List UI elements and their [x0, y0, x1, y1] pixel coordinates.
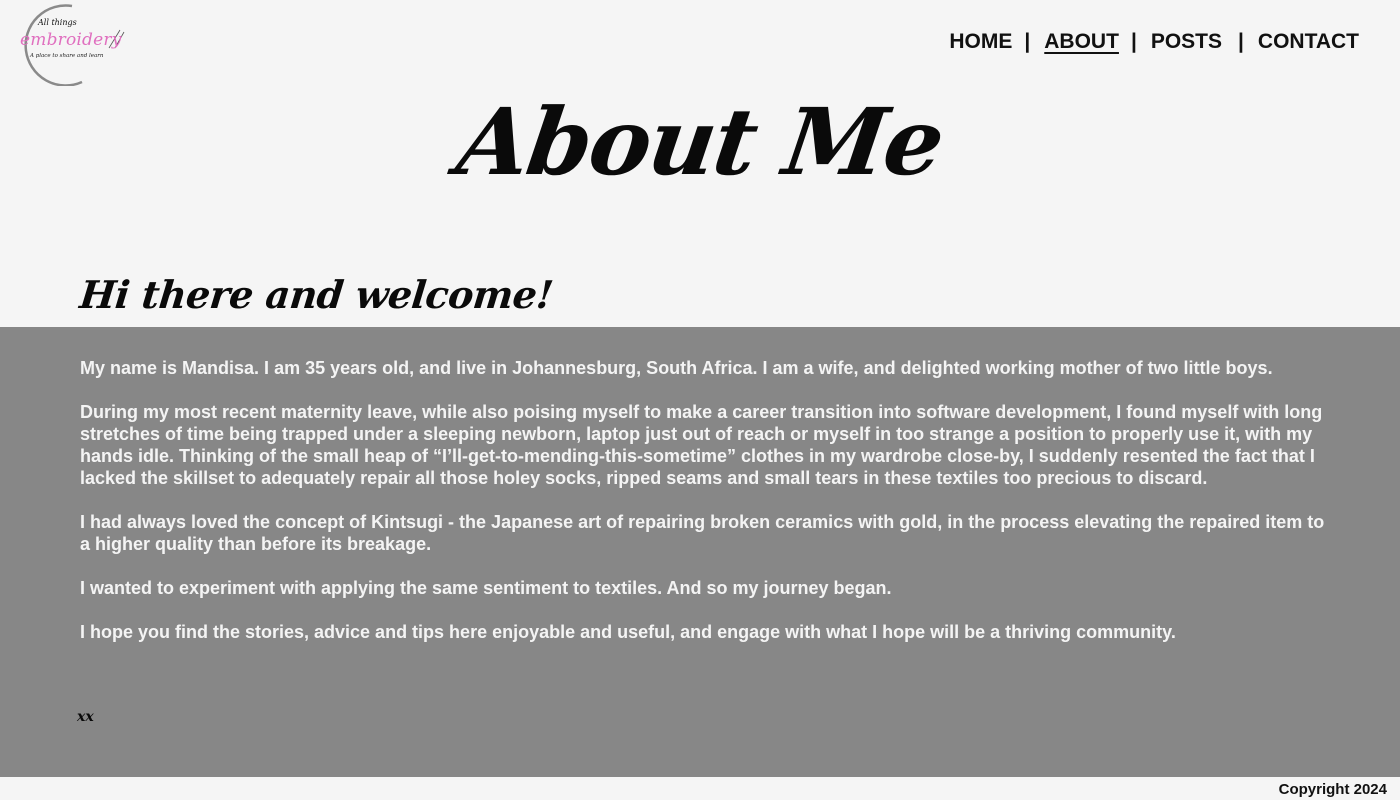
nav-separator: | [1238, 30, 1244, 53]
paragraph: During my most recent maternity leave, w… [80, 402, 1323, 488]
paragraph: I wanted to experiment with applying the… [80, 578, 892, 598]
site-logo[interactable]: All things embroidery A place to share a… [12, 2, 132, 86]
signoff: xx [77, 709, 94, 725]
nav-contact[interactable]: CONTACT [1258, 30, 1359, 54]
logo-line1: All things [38, 18, 77, 27]
paragraph: I hope you find the stories, advice and … [80, 622, 1176, 642]
nav-separator: | [1024, 30, 1031, 53]
nav-home[interactable]: HOME [949, 30, 1012, 54]
about-paragraphs: My name is Mandisa. I am 35 years old, a… [80, 357, 1330, 665]
logo-wordmark: embroidery [20, 30, 122, 50]
main-nav: HOME | ABOUT | POSTS | CONTACT [949, 30, 1359, 54]
nav-posts[interactable]: POSTS [1151, 30, 1222, 54]
about-content-panel: My name is Mandisa. I am 35 years old, a… [0, 327, 1400, 777]
page-title: About Me [450, 88, 950, 196]
logo-tagline: A place to share and learn [30, 53, 104, 59]
nav-about[interactable]: ABOUT [1044, 30, 1119, 54]
greeting-heading: Hi there and welcome! [77, 272, 556, 317]
paragraph: My name is Mandisa. I am 35 years old, a… [80, 358, 1273, 378]
nav-separator: | [1130, 30, 1137, 53]
copyright-text: Copyright 2024 [1278, 781, 1387, 798]
paragraph: I had always loved the concept of Kintsu… [80, 512, 1325, 554]
